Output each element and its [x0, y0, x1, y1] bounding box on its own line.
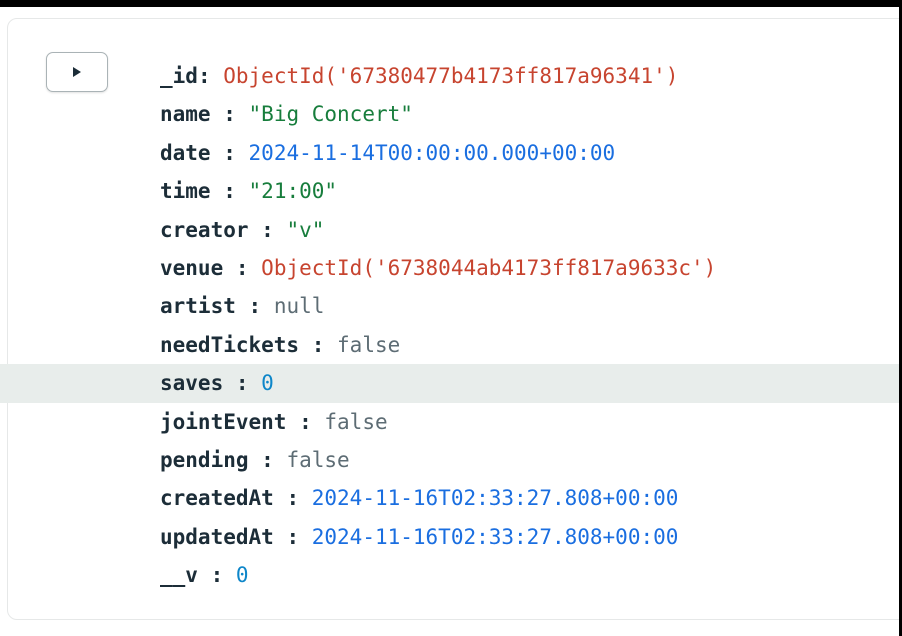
field-key: needTickets — [160, 332, 300, 357]
field-row-needtickets[interactable]: needTickets : false — [0, 326, 899, 364]
field-value: ObjectId('6738044ab4173ff817a9633c') — [261, 255, 717, 280]
field-row-createdat[interactable]: createdAt : 2024-11-16T02:33:27.808+00:0… — [0, 479, 899, 517]
field-separator: : — [210, 140, 236, 165]
field-separator: : — [273, 524, 300, 549]
field-value: ObjectId('67380477b4173ff817a96341') — [223, 64, 679, 88]
field-key: artist — [160, 294, 236, 319]
field-row-updatedat[interactable]: updatedAt : 2024-11-16T02:33:27.808+00:0… — [0, 518, 899, 556]
field-value: false — [286, 447, 350, 472]
field-value: 0 — [235, 563, 249, 588]
field-value: "21:00" — [248, 179, 338, 204]
field-row-name[interactable]: name : "Big Concert" — [0, 95, 899, 133]
field-row-venue[interactable]: venue : ObjectId('6738044ab4173ff817a963… — [0, 249, 899, 287]
field-value: "Big Concert" — [248, 102, 413, 127]
document-fields: _id: ObjectId('67380477b4173ff817a96341'… — [0, 57, 899, 594]
field-separator: : — [197, 64, 211, 88]
field-key: venue — [160, 255, 224, 280]
window-top-border — [0, 0, 902, 7]
field-separator: : — [223, 371, 249, 396]
field-separator: : — [235, 294, 262, 319]
field-value: false — [337, 332, 401, 357]
field-key: jointEvent — [160, 409, 287, 434]
field-value: false — [324, 409, 388, 434]
field-key: __v — [160, 563, 198, 588]
field-key: time — [160, 179, 211, 204]
field-key: creator — [160, 217, 249, 242]
field-separator: : — [248, 217, 274, 242]
field-row-creator[interactable]: creator : "v" — [0, 211, 899, 249]
field-key: createdAt — [160, 486, 274, 511]
field-row-v[interactable]: __v : 0 — [0, 556, 899, 594]
field-row-id[interactable]: _id: ObjectId('67380477b4173ff817a96341'… — [0, 57, 899, 95]
field-value: "v" — [286, 217, 325, 242]
field-separator: : — [210, 102, 236, 127]
field-row-pending[interactable]: pending : false — [0, 441, 899, 479]
field-value: 0 — [261, 371, 274, 396]
field-value: 2024-11-16T02:33:27.808+00:00 — [311, 524, 679, 549]
field-row-time[interactable]: time : "21:00" — [0, 172, 899, 210]
field-value: null — [273, 294, 325, 319]
field-separator: : — [197, 563, 224, 588]
field-value: 2024-11-14T00:00:00.000+00:00 — [248, 140, 616, 165]
field-separator: : — [273, 486, 300, 511]
field-key: updatedAt — [160, 524, 274, 549]
field-key: pending — [160, 447, 249, 472]
field-value: 2024-11-16T02:33:27.808+00:00 — [311, 486, 679, 511]
field-separator: : — [286, 409, 312, 434]
field-key: saves — [160, 371, 224, 396]
field-row-artist[interactable]: artist : null — [0, 287, 899, 325]
field-row-date[interactable]: date : 2024-11-14T00:00:00.000+00:00 — [0, 134, 899, 172]
field-separator: : — [223, 255, 249, 280]
field-separator: : — [299, 332, 325, 357]
field-row-saves[interactable]: saves : 0 — [0, 364, 899, 403]
field-key: _id — [160, 64, 198, 88]
field-separator: : — [210, 179, 236, 204]
field-key: name — [160, 102, 211, 127]
field-row-jointevent[interactable]: jointEvent : false — [0, 403, 899, 441]
field-key: date — [160, 140, 211, 165]
field-separator: : — [248, 447, 274, 472]
